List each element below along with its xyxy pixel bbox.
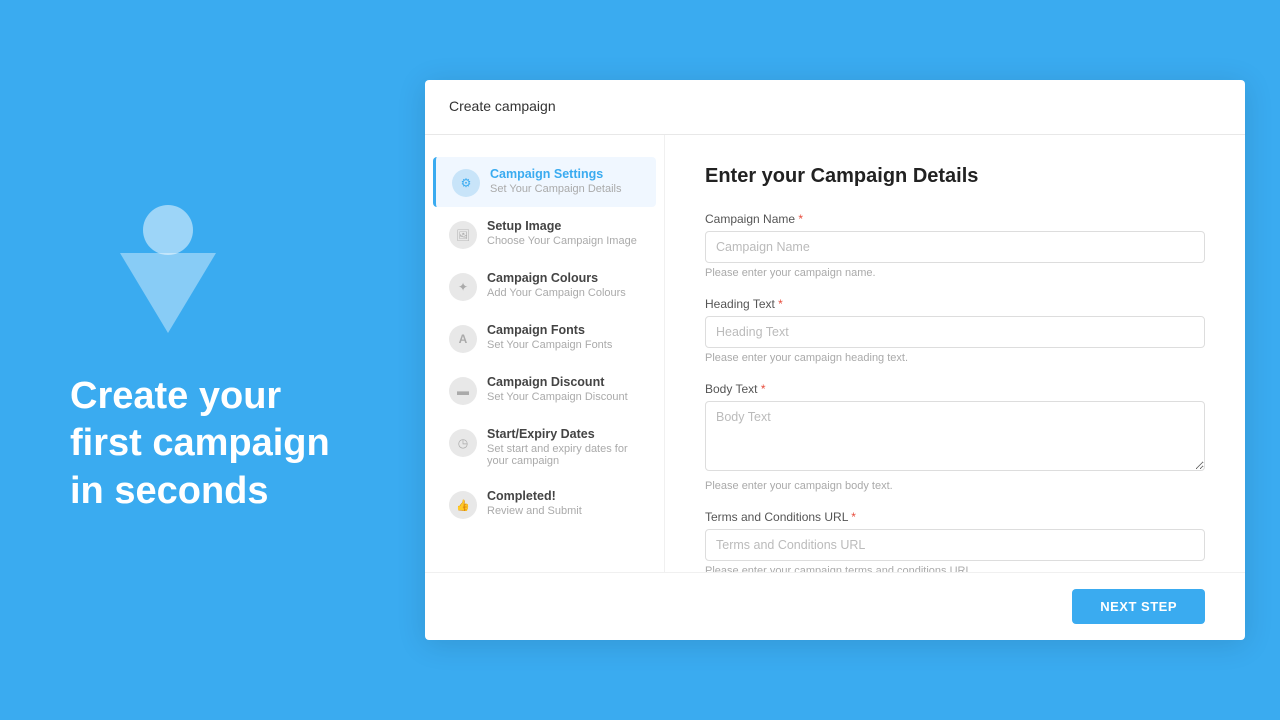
step-desc: Review and Submit <box>487 505 582 517</box>
step-desc: Choose Your Campaign Image <box>487 235 637 247</box>
form-heading: Enter your Campaign Details <box>705 165 1205 188</box>
body-text-input[interactable] <box>705 401 1205 471</box>
dates-icon <box>449 429 477 457</box>
card-header: Create campaign <box>425 80 1245 135</box>
step-campaign-fonts[interactable]: Campaign Fonts Set Your Campaign Fonts <box>433 313 656 363</box>
step-desc: Set Your Campaign Details <box>490 183 621 195</box>
step-name: Campaign Settings <box>490 167 621 181</box>
step-name: Setup Image <box>487 219 637 233</box>
hero-text: Create yourfirst campaignin seconds <box>70 373 330 516</box>
required-star: * <box>798 212 803 226</box>
body-text-hint: Please enter your campaign body text. <box>705 480 1205 492</box>
step-campaign-settings[interactable]: Campaign Settings Set Your Campaign Deta… <box>433 157 656 207</box>
terms-url-group: Terms and Conditions URL * Please enter … <box>705 510 1205 572</box>
step-text: Campaign Settings Set Your Campaign Deta… <box>490 167 621 195</box>
discount-icon <box>449 377 477 405</box>
heading-text-hint: Please enter your campaign heading text. <box>705 352 1205 364</box>
body-text-group: Body Text * Please enter your campaign b… <box>705 382 1205 492</box>
required-star: * <box>761 382 766 396</box>
step-completed[interactable]: Completed! Review and Submit <box>433 479 656 529</box>
complete-icon <box>449 491 477 519</box>
fonts-icon <box>449 325 477 353</box>
left-panel: Create yourfirst campaignin seconds <box>0 0 420 720</box>
step-text: Campaign Colours Add Your Campaign Colou… <box>487 271 626 299</box>
step-desc: Set Your Campaign Fonts <box>487 339 612 351</box>
campaign-name-group: Campaign Name * Please enter your campai… <box>705 212 1205 279</box>
required-star: * <box>851 510 856 524</box>
colors-icon <box>449 273 477 301</box>
heading-text-group: Heading Text * Please enter your campaig… <box>705 297 1205 364</box>
logo-circle <box>143 205 193 255</box>
step-setup-image[interactable]: Setup Image Choose Your Campaign Image <box>433 209 656 259</box>
step-campaign-discount[interactable]: Campaign Discount Set Your Campaign Disc… <box>433 365 656 415</box>
campaign-name-input[interactable] <box>705 231 1205 263</box>
form-area: Enter your Campaign Details Campaign Nam… <box>665 135 1245 572</box>
step-text: Campaign Fonts Set Your Campaign Fonts <box>487 323 612 351</box>
settings-icon <box>452 169 480 197</box>
campaign-name-label: Campaign Name * <box>705 212 1205 226</box>
step-name: Campaign Fonts <box>487 323 612 337</box>
step-text: Start/Expiry Dates Set start and expiry … <box>487 427 640 467</box>
step-text: Setup Image Choose Your Campaign Image <box>487 219 637 247</box>
card-footer: NEXT STEP <box>425 572 1245 640</box>
heading-text-input[interactable] <box>705 316 1205 348</box>
image-icon <box>449 221 477 249</box>
campaign-name-hint: Please enter your campaign name. <box>705 267 1205 279</box>
heading-text-label: Heading Text * <box>705 297 1205 311</box>
terms-url-input[interactable] <box>705 529 1205 561</box>
terms-url-label: Terms and Conditions URL * <box>705 510 1205 524</box>
steps-sidebar: Campaign Settings Set Your Campaign Deta… <box>425 135 665 572</box>
step-name: Completed! <box>487 489 582 503</box>
step-desc: Set Your Campaign Discount <box>487 391 628 403</box>
card-title: Create campaign <box>449 98 556 114</box>
step-text: Completed! Review and Submit <box>487 489 582 517</box>
card-body: Campaign Settings Set Your Campaign Deta… <box>425 135 1245 572</box>
logo <box>120 205 216 333</box>
step-desc: Set start and expiry dates for your camp… <box>487 443 640 467</box>
step-name: Campaign Colours <box>487 271 626 285</box>
terms-url-hint: Please enter your campaign terms and con… <box>705 565 1205 572</box>
required-star: * <box>778 297 783 311</box>
body-text-label: Body Text * <box>705 382 1205 396</box>
next-step-button[interactable]: NEXT STEP <box>1072 589 1205 624</box>
main-card: Create campaign Campaign Settings Set Yo… <box>425 80 1245 640</box>
step-name: Campaign Discount <box>487 375 628 389</box>
step-name: Start/Expiry Dates <box>487 427 640 441</box>
step-text: Campaign Discount Set Your Campaign Disc… <box>487 375 628 403</box>
step-start-expiry-dates[interactable]: Start/Expiry Dates Set start and expiry … <box>433 417 656 477</box>
logo-triangle <box>120 253 216 333</box>
step-campaign-colours[interactable]: Campaign Colours Add Your Campaign Colou… <box>433 261 656 311</box>
step-desc: Add Your Campaign Colours <box>487 287 626 299</box>
